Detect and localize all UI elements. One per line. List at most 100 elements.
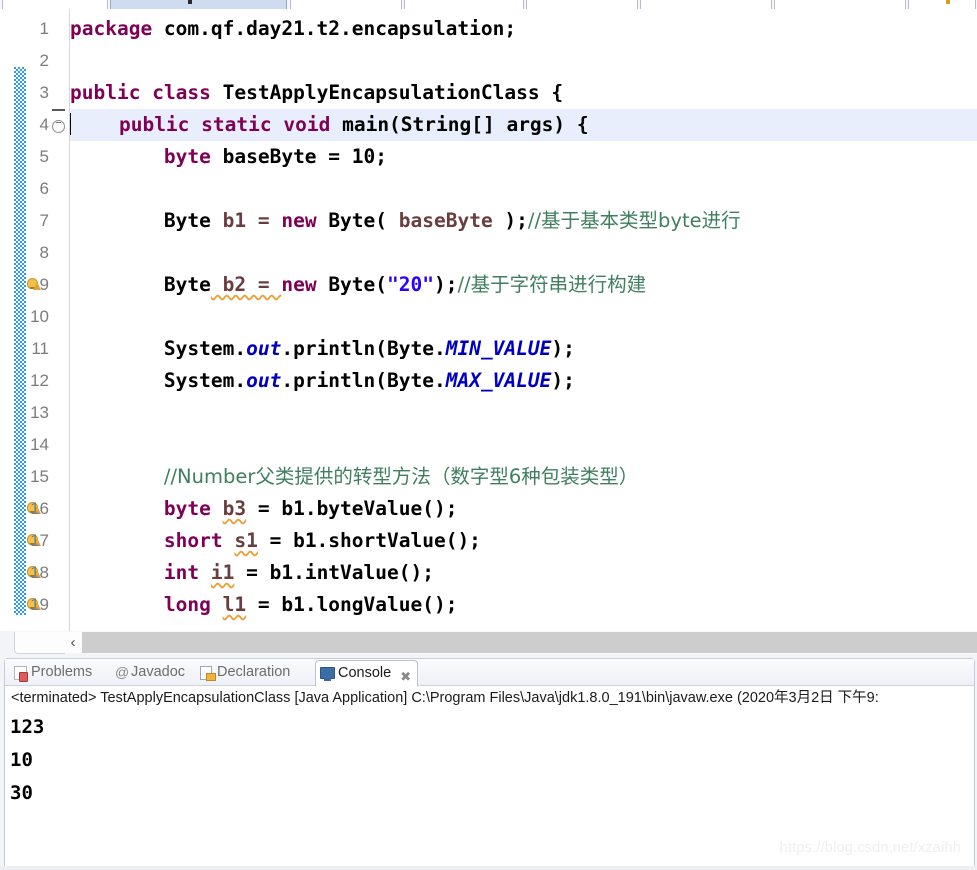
problems-icon: [13, 665, 28, 682]
line-number: 11: [31, 339, 49, 358]
code-line-16[interactable]: byte b3 = b1.byteValue();: [70, 493, 977, 525]
code-line-8[interactable]: [70, 237, 977, 269]
token-variable: b1 =: [210, 209, 282, 232]
code-line-6[interactable]: [70, 173, 977, 205]
tab-declaration[interactable]: Declaration: [195, 660, 296, 685]
editor-tab-7[interactable]: [908, 0, 976, 9]
fold-line: [52, 109, 65, 111]
token-package-name: com.qf.day21.t2.encapsulation;: [152, 17, 517, 40]
line-number: 17: [30, 531, 49, 550]
tab-console[interactable]: Console ✖: [315, 660, 419, 687]
code-line-5[interactable]: byte baseByte = 10;: [70, 141, 977, 173]
editor-tab-6[interactable]: [774, 0, 906, 9]
text-caret: [70, 113, 71, 135]
editor-horizontal-scrollbar[interactable]: ‹: [14, 631, 977, 654]
token-keyword: long: [163, 593, 211, 616]
tab-label: Console: [338, 665, 392, 681]
code-line-14[interactable]: [70, 429, 977, 461]
token-static-field: out: [246, 337, 282, 360]
code-editor[interactable]: 1 2 3 4 − 5 6 7 8 9 10 11 12 13 14 15 16…: [0, 9, 977, 631]
code-line-3[interactable]: public class TestApplyEncapsulationClass…: [70, 77, 977, 109]
token-static-field: out: [246, 369, 282, 392]
editor-tab-4[interactable]: [526, 0, 638, 9]
token-comment: //基于字符串进行构建: [457, 273, 647, 296]
token-keyword: public: [118, 113, 190, 136]
line-number: 7: [39, 211, 49, 230]
token-constructor: Byte(: [316, 273, 388, 296]
token-method-call: = b1.byteValue();: [246, 497, 458, 520]
token-type: Byte: [163, 273, 211, 296]
line-number-gutter[interactable]: 1 2 3 4 − 5 6 7 8 9 10 11 12 13 14 15 16…: [26, 9, 70, 631]
code-line-10[interactable]: [70, 301, 977, 333]
code-line-12[interactable]: System.out.println(Byte.MAX_VALUE);: [70, 365, 977, 397]
tab-label: Javadoc: [131, 664, 186, 680]
token-keyword: short: [163, 529, 223, 552]
token-static-field: MAX_VALUE: [445, 369, 552, 392]
console-output-line: 123: [10, 716, 45, 738]
editor-tab-5[interactable]: [640, 0, 772, 9]
bottom-view-panel: Problems @ Javadoc Declaration Console ✖…: [4, 658, 975, 868]
token-comment: //Number父类提供的转型方法（数字型6种包装类型）: [163, 465, 639, 488]
code-line-4[interactable]: public static void main(String[] args) {: [70, 109, 977, 141]
token-keyword: static: [201, 113, 272, 136]
code-line-1[interactable]: package com.qf.day21.t2.encapsulation;: [70, 13, 977, 45]
token-string: "20": [387, 273, 434, 296]
line-number: 9: [39, 275, 49, 294]
tab-javadoc[interactable]: @ Javadoc: [111, 660, 191, 685]
line-number: 15: [30, 467, 49, 486]
code-line-11[interactable]: System.out.println(Byte.MIN_VALUE);: [70, 333, 977, 365]
token-keyword: public: [70, 81, 141, 104]
token-keyword: void: [283, 113, 331, 136]
token-static-field: MIN_VALUE: [445, 337, 552, 360]
token-method-call: .println(Byte.: [281, 369, 446, 392]
token-keyword: package: [70, 17, 153, 40]
token-variable-warning: i1: [210, 561, 235, 584]
editor-tab-marker-2: [946, 0, 950, 4]
scroll-left-arrow-icon[interactable]: ‹: [64, 632, 82, 653]
token-brace: {: [551, 81, 564, 104]
token-method-call: = b1.longValue();: [246, 593, 458, 616]
line-number: 19: [30, 595, 49, 614]
code-line-9[interactable]: Byte b2 = new Byte("20");//基于字符串进行构建: [70, 269, 977, 301]
editor-tab-2[interactable]: [290, 0, 402, 9]
token-variable-warning: l1: [222, 593, 247, 616]
window-bottom-edge: [0, 866, 977, 870]
editor-tab-3[interactable]: [404, 0, 524, 9]
token-punct: );: [551, 369, 575, 392]
editor-tab-strip[interactable]: [0, 0, 977, 9]
line-number: 8: [39, 243, 49, 262]
code-line-13[interactable]: [70, 397, 977, 429]
console-output[interactable]: 123 10 30: [5, 711, 974, 867]
console-icon: [320, 666, 335, 681]
editor-tab-1[interactable]: [2, 0, 108, 9]
line-number: 14: [30, 435, 49, 454]
line-number: 4: [39, 115, 49, 134]
code-line-18[interactable]: int i1 = b1.intValue();: [70, 557, 977, 589]
token-method-call: = b1.shortValue();: [257, 529, 481, 552]
line-number: 13: [30, 403, 49, 422]
eclipse-window: 1 2 3 4 − 5 6 7 8 9 10 11 12 13 14 15 16…: [0, 0, 977, 870]
code-line-7[interactable]: Byte b1 = new Byte( baseByte );//基于基本类型b…: [70, 205, 977, 237]
changed-lines-bar: [14, 9, 26, 631]
token-class-name: TestApplyEncapsulationClass: [222, 81, 540, 104]
token-keyword: class: [152, 81, 211, 104]
token-class-ref: System.: [163, 369, 247, 392]
bottom-view-tab-bar[interactable]: Problems @ Javadoc Declaration Console ✖: [5, 659, 974, 687]
editor-tab-active[interactable]: [110, 0, 287, 9]
line-number: 16: [30, 499, 49, 518]
code-line-19[interactable]: long l1 = b1.longValue();: [70, 589, 977, 621]
token-punct: );: [434, 273, 458, 296]
console-process-header: <terminated> TestApplyEncapsulationClass…: [11, 690, 879, 706]
tab-problems[interactable]: Problems: [9, 660, 98, 685]
code-line-15[interactable]: //Number父类提供的转型方法（数字型6种包装类型）: [70, 461, 977, 493]
code-line-2[interactable]: [70, 45, 977, 77]
code-text-area[interactable]: package com.qf.day21.t2.encapsulation; p…: [70, 9, 977, 631]
code-line-17[interactable]: short s1 = b1.shortValue();: [70, 525, 977, 557]
scrollbar-track[interactable]: [82, 632, 977, 653]
token-variable-warning: s1: [234, 529, 258, 552]
token-class-ref: System.: [163, 337, 247, 360]
fold-collapse-icon[interactable]: −: [52, 118, 65, 133]
line-number: 5: [39, 147, 49, 166]
console-output-line: 10: [10, 749, 33, 771]
token-method-call: .println(Byte.: [281, 337, 446, 360]
